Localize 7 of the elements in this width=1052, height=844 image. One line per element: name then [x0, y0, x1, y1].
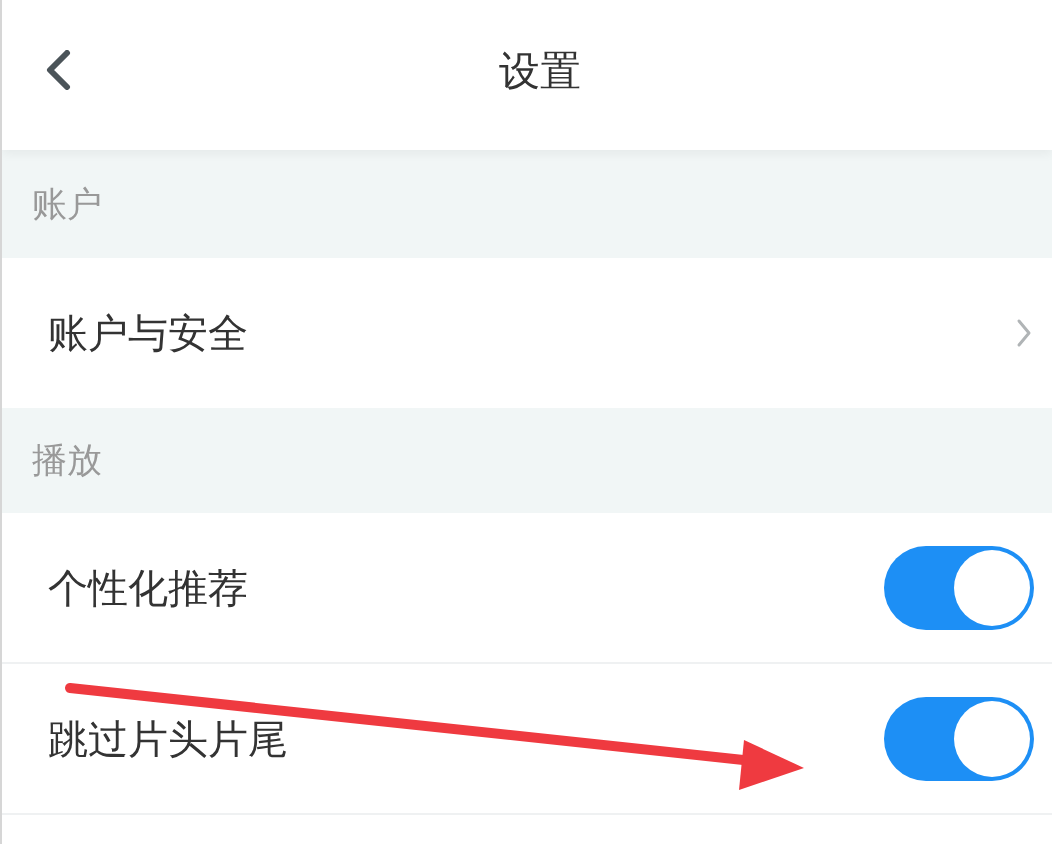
back-icon[interactable] [45, 50, 71, 90]
chevron-right-icon [1016, 318, 1032, 348]
setting-label: 跳过片头片尾 [48, 714, 288, 763]
page-title: 设置 [499, 47, 581, 97]
section-header: 账户 [2, 150, 1052, 258]
section-header: 播放 [2, 408, 1052, 513]
setting-label: 个性化推荐 [48, 563, 248, 612]
